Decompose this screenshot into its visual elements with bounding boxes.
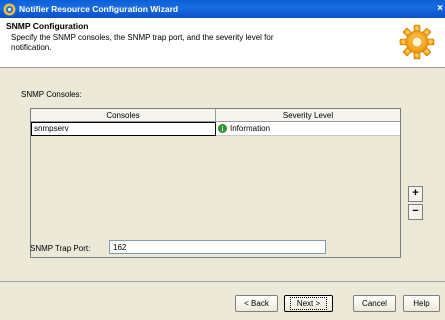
next-button-label: Next > — [289, 297, 328, 310]
column-header-consoles[interactable]: Consoles — [31, 109, 216, 122]
add-console-button[interactable]: + — [408, 186, 423, 202]
console-cell[interactable]: snmpserv — [31, 122, 216, 136]
wizard-body: SNMP Consoles: Consoles Severity Level s… — [0, 68, 445, 281]
back-button[interactable]: < Back — [235, 295, 278, 312]
page-title: SNMP Configuration — [6, 21, 89, 31]
snmp-trap-port-input[interactable] — [109, 240, 326, 254]
page-description: Specify the SNMP consoles, the SNMP trap… — [11, 33, 274, 52]
severity-value: Information — [230, 123, 271, 133]
help-button[interactable]: Help — [403, 295, 440, 312]
column-header-severity[interactable]: Severity Level — [216, 109, 400, 122]
gear-icon — [399, 24, 435, 60]
snmp-consoles-table[interactable]: Consoles Severity Level snmpserv Informa… — [30, 108, 401, 258]
snmp-consoles-label: SNMP Consoles: — [21, 90, 82, 99]
snmp-trap-port-label: SNMP Trap Port: — [30, 244, 91, 253]
table-row[interactable]: snmpserv Information — [31, 122, 400, 136]
wizard-app-icon — [3, 3, 16, 15]
info-icon — [218, 124, 227, 133]
next-button[interactable]: Next > — [284, 295, 333, 312]
window-title: Notifier Resource Configuration Wizard — [19, 4, 179, 14]
table-header: Consoles Severity Level — [31, 109, 400, 122]
close-button[interactable]: × — [435, 1, 445, 17]
title-bar: Notifier Resource Configuration Wizard × — [0, 0, 445, 18]
wizard-header: SNMP Configuration Specify the SNMP cons… — [0, 18, 445, 68]
remove-console-button[interactable]: − — [408, 204, 423, 220]
severity-cell[interactable]: Information — [216, 122, 400, 136]
cancel-button[interactable]: Cancel — [353, 295, 396, 312]
wizard-footer: < Back Next > Cancel Help — [0, 281, 445, 320]
